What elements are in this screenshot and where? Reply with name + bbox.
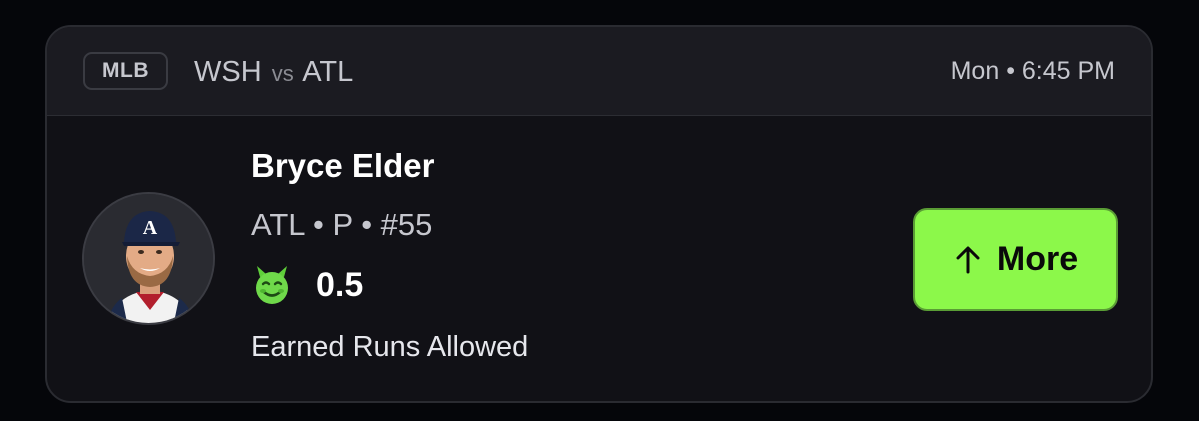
arrow-up-icon <box>956 246 980 273</box>
home-team: WSH <box>194 56 262 88</box>
vs-label: vs <box>271 61 294 86</box>
card-header: MLB WSH vs ATL Mon • 6:45 PM <box>47 27 1151 116</box>
away-team: ATL <box>302 56 354 88</box>
stat-type: Earned Runs Allowed <box>251 331 529 363</box>
projection-card[interactable]: MLB WSH vs ATL Mon • 6:45 PM A Bryce Eld… <box>45 25 1153 403</box>
player-meta: ATL • P • #55 <box>251 207 433 242</box>
more-label: More <box>996 240 1079 278</box>
svg-text:A: A <box>143 217 158 239</box>
game-time: Mon • 6:45 PM <box>950 57 1115 85</box>
player-avatar: A <box>82 192 215 325</box>
player-name: Bryce Elder <box>251 147 435 184</box>
line-value: 0.5 <box>316 265 364 304</box>
demon-icon <box>256 266 288 304</box>
more-button[interactable]: More <box>913 208 1118 311</box>
player-headshot-icon: A <box>84 194 213 323</box>
projection-line: 0.5 <box>254 265 363 305</box>
matchup: WSH vs ATL <box>194 55 353 91</box>
league-badge: MLB <box>83 52 168 90</box>
